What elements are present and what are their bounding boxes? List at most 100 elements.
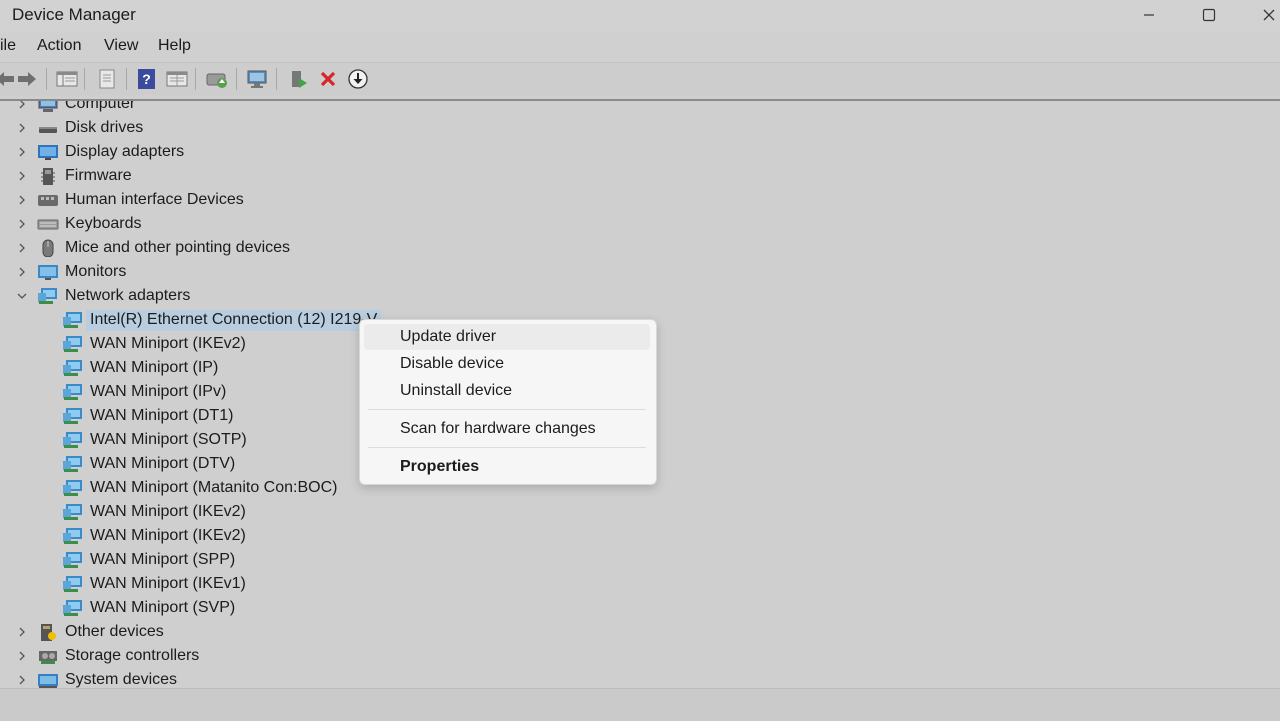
download-icon xyxy=(348,69,368,89)
tree-device-item[interactable]: WAN Miniport (SOTP) xyxy=(62,428,247,452)
expand-toggle[interactable] xyxy=(15,241,29,255)
network-adapter-icon xyxy=(62,431,84,449)
expand-toggle[interactable] xyxy=(15,625,29,639)
tree-device-item[interactable]: WAN Miniport (DT1) xyxy=(62,404,233,428)
network-adapter-icon xyxy=(63,528,82,544)
tree-item-label: WAN Miniport (IKEv2) xyxy=(90,503,246,520)
tree-category-storage-controllers[interactable]: Storage controllers xyxy=(15,644,199,668)
forward-arrow-icon xyxy=(18,72,36,86)
other-devices-icon xyxy=(41,624,56,641)
toolbar-separator xyxy=(236,68,237,90)
computer-icon xyxy=(37,101,59,113)
tree-category-display-adapters[interactable]: Display adapters xyxy=(15,140,184,164)
tree-category-system-devices[interactable]: System devices xyxy=(15,668,177,688)
menu-view[interactable]: View xyxy=(104,37,138,55)
tree-device-item[interactable]: WAN Miniport (SPP) xyxy=(62,548,235,572)
tree-item-label: WAN Miniport (Matanito Con:BOC) xyxy=(90,479,338,496)
expand-toggle[interactable] xyxy=(15,649,29,663)
menu-item-scan-hardware[interactable]: Scan for hardware changes xyxy=(364,416,650,442)
menu-help[interactable]: Help xyxy=(158,37,191,55)
expand-toggle[interactable] xyxy=(15,145,29,159)
tree-device-item[interactable]: WAN Miniport (DTV) xyxy=(62,452,235,476)
menu-item-uninstall-device[interactable]: Uninstall device xyxy=(364,378,650,404)
menu-item-properties[interactable]: Properties xyxy=(364,454,650,480)
menu-bar: ile Action View Help xyxy=(0,32,1280,62)
menu-item-update-driver[interactable]: Update driver xyxy=(364,324,650,350)
tree-device-item[interactable]: WAN Miniport (IPv) xyxy=(62,380,226,404)
network-adapter-icon xyxy=(63,384,82,400)
tree-item-label: Disk drives xyxy=(65,119,144,136)
network-adapter-icon xyxy=(62,575,84,593)
firmware-icon xyxy=(37,167,59,185)
chevron-right-icon xyxy=(19,171,25,181)
network-adapter-icon xyxy=(37,287,59,305)
menu-file[interactable]: ile xyxy=(0,37,16,55)
storage-controller-icon xyxy=(37,647,59,665)
expand-toggle[interactable] xyxy=(15,121,29,135)
tree-category-computer[interactable]: Computer xyxy=(15,101,135,116)
tree-category-keyboards[interactable]: Keyboards xyxy=(15,212,142,236)
tree-device-item[interactable]: Intel(R) Ethernet Connection (12) I219-V xyxy=(62,308,382,332)
collapse-toggle[interactable] xyxy=(15,289,29,303)
tree-item-label: WAN Miniport (SOTP) xyxy=(90,431,247,448)
uninstall-device-button[interactable] xyxy=(315,67,341,91)
toolbar: ? xyxy=(0,62,1280,95)
network-adapter-icon xyxy=(62,359,84,377)
tree-device-item[interactable]: WAN Miniport (SVP) xyxy=(62,596,235,620)
keyboard-icon xyxy=(37,219,59,230)
tree-device-item[interactable]: WAN Miniport (IP) xyxy=(62,356,218,380)
tree-category-mice-and-other-pointing-devices[interactable]: Mice and other pointing devices xyxy=(15,236,290,260)
properties-button[interactable] xyxy=(94,67,120,91)
tree-item-label: WAN Miniport (IP) xyxy=(90,359,219,376)
tree-item-label: Display adapters xyxy=(65,143,185,160)
network-adapter-icon xyxy=(62,551,84,569)
expand-toggle[interactable] xyxy=(15,101,29,111)
tree-category-disk-drives[interactable]: Disk drives xyxy=(15,116,143,140)
tree-category-human-interface-devices[interactable]: Human interface Devices xyxy=(15,188,244,212)
menu-item-disable-device[interactable]: Disable device xyxy=(364,351,650,377)
menu-action[interactable]: Action xyxy=(37,37,81,55)
tree-item-label: WAN Miniport (IKEv1) xyxy=(90,575,246,592)
download-button[interactable] xyxy=(345,67,371,91)
menu-separator xyxy=(368,409,646,410)
monitor-icon xyxy=(37,263,59,281)
enable-device-button[interactable] xyxy=(286,67,312,91)
expand-toggle[interactable] xyxy=(15,265,29,279)
toolbar-separator xyxy=(126,68,127,90)
network-adapter-icon xyxy=(62,599,84,617)
tree-category-firmware[interactable]: Firmware xyxy=(15,164,132,188)
view-button[interactable] xyxy=(164,67,190,91)
close-button[interactable] xyxy=(1244,0,1280,30)
tree-category-network-adapters[interactable]: Network adapters xyxy=(15,284,190,308)
expand-toggle[interactable] xyxy=(15,673,29,687)
forward-button[interactable] xyxy=(14,67,40,91)
tree-device-item[interactable]: WAN Miniport (IKEv2) xyxy=(62,524,246,548)
network-adapter-icon xyxy=(63,576,82,592)
tree-category-monitors[interactable]: Monitors xyxy=(15,260,126,284)
tree-item-label: WAN Miniport (DTV) xyxy=(90,455,236,472)
tree-item-label: Human interface Devices xyxy=(65,191,244,208)
chevron-right-icon xyxy=(19,123,25,133)
expand-toggle[interactable] xyxy=(15,169,29,183)
tree-device-item[interactable]: WAN Miniport (IKEv2) xyxy=(62,500,246,524)
maximize-icon xyxy=(1202,8,1216,22)
update-driver-button[interactable] xyxy=(204,67,230,91)
tree-category-other-devices[interactable]: Other devices xyxy=(15,620,164,644)
window-title: Device Manager xyxy=(12,5,136,24)
help-button[interactable]: ? xyxy=(134,67,160,91)
scan-hardware-button[interactable] xyxy=(245,67,271,91)
tree-item-label: WAN Miniport (SPP) xyxy=(90,551,236,568)
computer-icon xyxy=(38,101,58,112)
minimize-button[interactable] xyxy=(1124,0,1174,30)
tree-device-item[interactable]: WAN Miniport (Matanito Con:BOC) xyxy=(62,476,337,500)
maximize-button[interactable] xyxy=(1184,0,1234,30)
network-adapter-icon xyxy=(63,408,82,424)
expand-toggle[interactable] xyxy=(15,193,29,207)
tree-device-item[interactable]: WAN Miniport (IKEv1) xyxy=(62,572,246,596)
tree-device-item[interactable]: WAN Miniport (IKEv2) xyxy=(62,332,246,356)
expand-toggle[interactable] xyxy=(15,217,29,231)
show-hide-tree-button[interactable] xyxy=(54,67,80,91)
tree-item-label: WAN Miniport (IKEv2) xyxy=(90,335,246,352)
chevron-right-icon xyxy=(19,243,25,253)
chevron-right-icon xyxy=(19,147,25,157)
